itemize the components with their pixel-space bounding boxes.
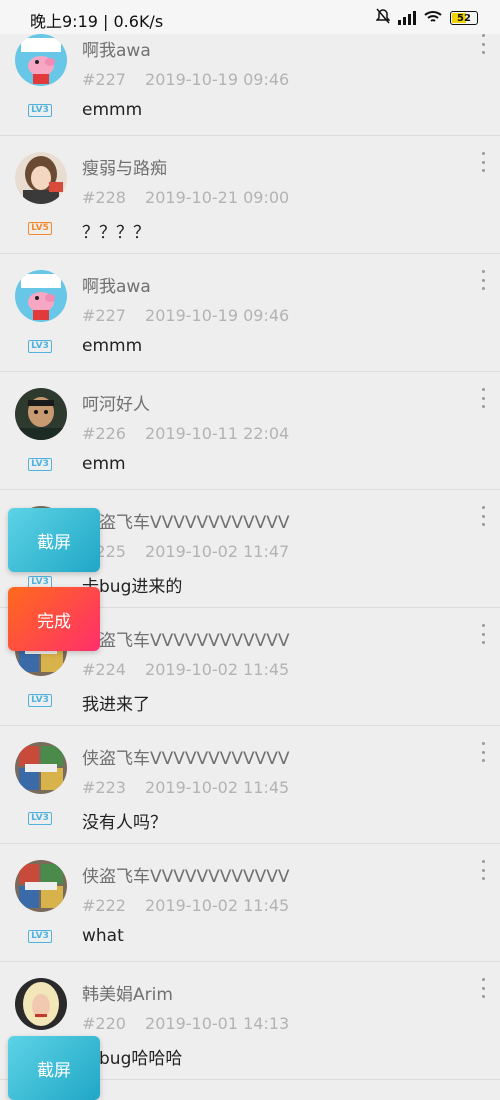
floor-number: #228 <box>82 188 126 207</box>
comment-time: 2019-10-11 22:04 <box>145 424 290 443</box>
user-avatar[interactable] <box>15 860 67 912</box>
comment-meta: #220 2019-10-01 14:13 <box>82 1014 289 1033</box>
comment-meta: #228 2019-10-21 09:00 <box>82 188 289 207</box>
more-icon[interactable] <box>480 388 486 408</box>
comment-text: ？？？？ <box>82 223 150 243</box>
status-icons: 52 <box>375 8 478 28</box>
comment-text: 没有人吗？ <box>82 813 167 833</box>
comment-item[interactable]: LV3 呵河好人 #226 2019-10-11 22:04 emm <box>0 372 500 490</box>
battery-level: 52 <box>457 13 471 24</box>
user-avatar[interactable] <box>15 742 67 794</box>
comment-text: emm <box>82 454 126 474</box>
level-badge: LV3 <box>28 458 52 471</box>
floor-number: #226 <box>82 424 126 443</box>
comment-time: 2019-10-19 09:46 <box>145 306 290 325</box>
comment-text: emmm <box>82 100 143 120</box>
comment-time: 2019-10-01 14:13 <box>145 1014 290 1033</box>
user-name[interactable]: 啊我awa <box>82 272 151 297</box>
user-avatar[interactable] <box>15 152 67 204</box>
comment-time: 2019-10-19 09:46 <box>145 70 290 89</box>
comment-time: 2019-10-02 11:47 <box>145 542 290 561</box>
more-icon[interactable] <box>480 860 486 880</box>
comment-text: emmm <box>82 336 143 356</box>
user-name[interactable]: 啊我awa <box>82 36 151 61</box>
comment-meta: #223 2019-10-02 11:45 <box>82 778 289 797</box>
mute-icon <box>375 8 391 28</box>
comment-meta: #227 2019-10-19 09:46 <box>82 306 289 325</box>
level-badge: LV3 <box>28 340 52 353</box>
level-badge: LV3 <box>28 812 52 825</box>
user-name[interactable]: 瘦弱与路痴 <box>82 154 167 179</box>
floor-number: #220 <box>82 1014 126 1033</box>
floor-number: #227 <box>82 306 126 325</box>
comment-meta: #225 2019-10-02 11:47 <box>82 542 289 561</box>
user-avatar[interactable] <box>15 34 67 86</box>
level-badge: LV3 <box>28 930 52 943</box>
comment-meta: #226 2019-10-11 22:04 <box>82 424 289 443</box>
status-time: 晚上9:19 | 0.6K/s <box>30 12 164 31</box>
comment-item[interactable]: LV3 啊我awa #227 2019-10-19 09:46 emmm <box>0 18 500 136</box>
comment-time: 2019-10-02 11:45 <box>145 896 290 915</box>
user-avatar[interactable] <box>15 978 67 1030</box>
comment-time: 2019-10-02 11:45 <box>145 660 290 679</box>
comment-text: 我进来了 <box>82 695 150 715</box>
done-button[interactable]: 完成 <box>8 587 100 651</box>
user-name[interactable]: 呵河好人 <box>82 390 150 415</box>
more-icon[interactable] <box>480 34 486 54</box>
user-name[interactable]: 侠盗飞车VVVVVVVVVVVV <box>82 626 290 651</box>
screenshot-button[interactable]: 截屏 <box>8 508 100 572</box>
user-avatar[interactable] <box>15 388 67 440</box>
comment-meta: #227 2019-10-19 09:46 <box>82 70 289 89</box>
floor-number: #222 <box>82 896 126 915</box>
user-name[interactable]: 侠盗飞车VVVVVVVVVVVV <box>82 508 290 533</box>
comment-item[interactable]: LV3 啊我awa #227 2019-10-19 09:46 emmm <box>0 254 500 372</box>
comment-meta: #222 2019-10-02 11:45 <box>82 896 289 915</box>
comment-item[interactable]: LV3 侠盗飞车VVVVVVVVVVVV #222 2019-10-02 11:… <box>0 844 500 962</box>
wifi-icon <box>424 9 442 28</box>
comment-time: 2019-10-21 09:00 <box>145 188 290 207</box>
user-name[interactable]: 侠盗飞车VVVVVVVVVVVV <box>82 862 290 887</box>
level-badge: LV5 <box>28 222 52 235</box>
more-icon[interactable] <box>480 152 486 172</box>
comment-item[interactable]: LV5 瘦弱与路痴 #228 2019-10-21 09:00 ？？？？ <box>0 136 500 254</box>
more-icon[interactable] <box>480 506 486 526</box>
comment-text: what <box>82 926 124 946</box>
user-avatar[interactable] <box>15 270 67 322</box>
status-bar: 晚上9:19 | 0.6K/s 52 <box>0 0 500 34</box>
more-icon[interactable] <box>480 742 486 762</box>
user-name[interactable]: 韩美娟Arim <box>82 980 173 1005</box>
user-name[interactable]: 侠盗飞车VVVVVVVVVVVV <box>82 744 290 769</box>
comment-item[interactable]: LV3 侠盗飞车VVVVVVVVVVVV #223 2019-10-02 11:… <box>0 726 500 844</box>
screenshot-button-bottom[interactable]: 截屏 <box>8 1036 100 1100</box>
floor-number: #227 <box>82 70 126 89</box>
comment-meta: #224 2019-10-02 11:45 <box>82 660 289 679</box>
floor-number: #224 <box>82 660 126 679</box>
more-icon[interactable] <box>480 270 486 290</box>
floor-number: #223 <box>82 778 126 797</box>
level-badge: LV3 <box>28 694 52 707</box>
more-icon[interactable] <box>480 978 486 998</box>
signal-icon <box>398 11 416 25</box>
level-badge: LV3 <box>28 104 52 117</box>
more-icon[interactable] <box>480 624 486 644</box>
comment-time: 2019-10-02 11:45 <box>145 778 290 797</box>
battery-icon: 52 <box>450 11 478 25</box>
